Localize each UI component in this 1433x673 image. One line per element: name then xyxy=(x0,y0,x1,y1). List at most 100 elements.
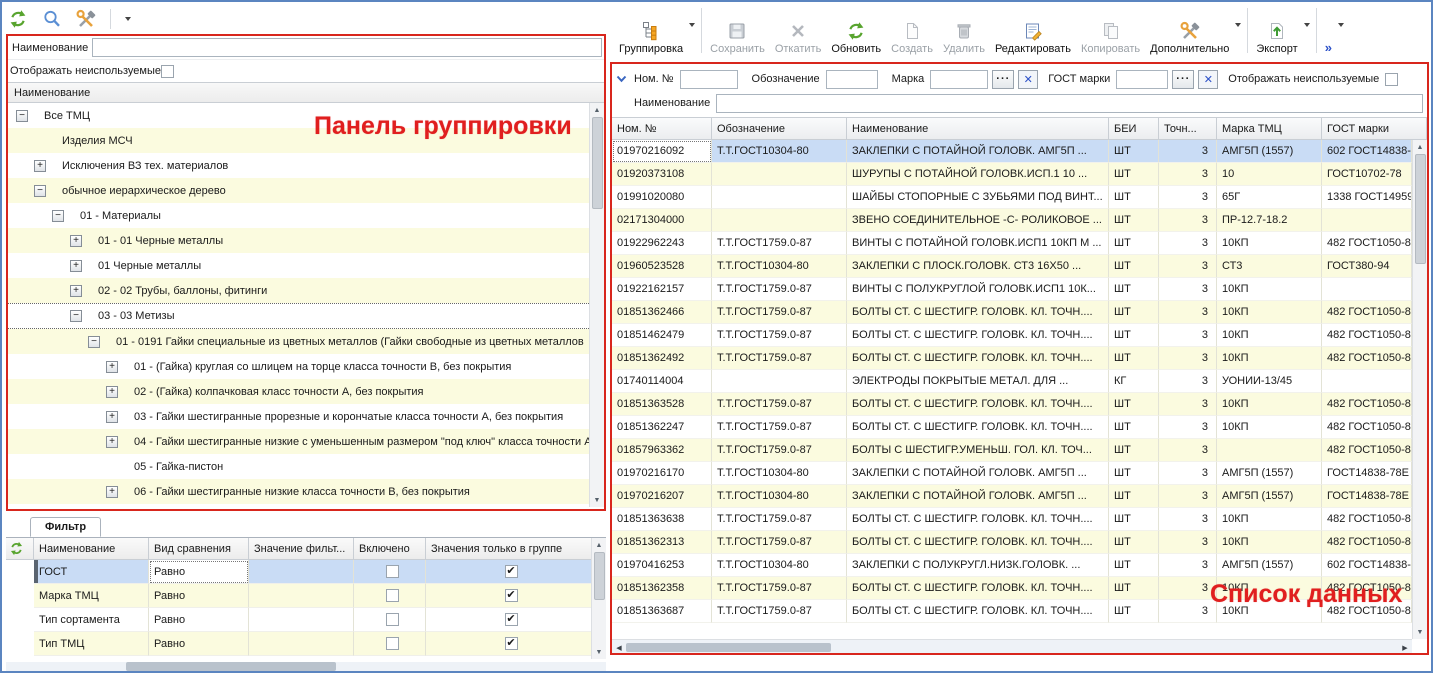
expand-icon[interactable]: + xyxy=(70,285,82,297)
table-cell[interactable]: СТ3 xyxy=(1217,255,1322,278)
filter-column-header[interactable]: Вид сравнения xyxy=(149,538,249,560)
filter-row[interactable]: Тип сортаментаРавно xyxy=(6,608,606,632)
filter-row[interactable]: Марка ТМЦРавно xyxy=(6,584,606,608)
additional-button[interactable]: Дополнительно xyxy=(1145,17,1234,57)
table-cell[interactable]: Т.Т.ГОСТ10304-80 xyxy=(712,140,847,163)
tree-item[interactable]: −01 - Материалы xyxy=(8,203,589,228)
overflow-dropdown-caret[interactable] xyxy=(1337,18,1347,44)
table-row[interactable]: 01960523528Т.Т.ГОСТ10304-80ЗАКЛЕПКИ С ПЛ… xyxy=(612,255,1412,278)
table-cell[interactable]: 482 ГОСТ1050-88 xyxy=(1322,347,1412,370)
table-cell[interactable]: Т.Т.ГОСТ1759.0-87 xyxy=(712,416,847,439)
table-cell[interactable]: БОЛТЫ СТ. С ШЕСТИГР. ГОЛОВК. КЛ. ТОЧН...… xyxy=(847,531,1109,554)
filter-refresh-icon[interactable] xyxy=(6,538,34,560)
table-cell[interactable]: 01922962243 xyxy=(612,232,712,255)
table-cell[interactable]: 3 xyxy=(1159,186,1217,209)
table-cell[interactable]: 01851362247 xyxy=(612,416,712,439)
table-cell[interactable]: ШАЙБЫ СТОПОРНЫЕ С ЗУБЬЯМИ ПОД ВИНТ... xyxy=(847,186,1109,209)
filter-name-cell[interactable]: Тип ТМЦ xyxy=(34,632,149,656)
name-search-input[interactable] xyxy=(716,94,1423,113)
table-cell[interactable]: ШТ xyxy=(1109,416,1159,439)
table-cell[interactable]: 65Г xyxy=(1217,186,1322,209)
table-cell[interactable]: ШТ xyxy=(1109,186,1159,209)
table-cell[interactable]: ЗАКЛЕПКИ С ПЛОСК.ГОЛОВК. СТ3 16X50 ... xyxy=(847,255,1109,278)
left-horizontal-scrollbar[interactable] xyxy=(6,662,606,671)
designation-input[interactable] xyxy=(826,70,878,89)
table-cell[interactable]: БОЛТЫ СТ. С ШЕСТИГР. ГОЛОВК. КЛ. ТОЧН...… xyxy=(847,347,1109,370)
filter-comparison-cell[interactable]: Равно xyxy=(149,560,249,584)
table-row[interactable]: 01991020080 ШАЙБЫ СТОПОРНЫЕ С ЗУБЬЯМИ ПОД… xyxy=(612,186,1412,209)
table-row[interactable]: 01851462479Т.Т.ГОСТ1759.0-87БОЛТЫ СТ. С … xyxy=(612,324,1412,347)
table-cell[interactable]: 3 xyxy=(1159,209,1217,232)
table-cell[interactable]: 01851363638 xyxy=(612,508,712,531)
table-cell[interactable]: Т.Т.ГОСТ10304-80 xyxy=(712,485,847,508)
tree-item[interactable]: +07 - Гайки шестигранные класса точности… xyxy=(8,504,589,507)
table-cell[interactable]: ГОСТ14838-78Е xyxy=(1322,462,1412,485)
table-row[interactable]: 01920373108ШУРУПЫ С ПОТАЙНОЙ ГОЛОВК.ИСП.… xyxy=(612,163,1412,186)
table-cell[interactable]: ШТ xyxy=(1109,324,1159,347)
table-cell[interactable]: Т.Т.ГОСТ1759.0-87 xyxy=(712,301,847,324)
filter-column-header[interactable]: Значения только в группе xyxy=(426,538,592,560)
filter-value-cell[interactable] xyxy=(249,584,354,608)
tree-item[interactable]: −03 - 03 Метизы xyxy=(8,303,589,329)
tree-item[interactable]: +02 - (Гайка) колпачковая класс точности… xyxy=(8,379,589,404)
table-cell[interactable]: ШТ xyxy=(1109,600,1159,623)
export-button[interactable]: Экспорт xyxy=(1251,17,1302,57)
table-cell[interactable]: ШТ xyxy=(1109,485,1159,508)
table-cell[interactable]: ШТ xyxy=(1109,577,1159,600)
copy-button[interactable]: Копировать xyxy=(1076,17,1145,57)
table-cell[interactable]: 10КП xyxy=(1217,324,1322,347)
enabled-checkbox[interactable] xyxy=(386,613,399,626)
table-cell[interactable]: БОЛТЫ СТ. С ШЕСТИГР. ГОЛОВК. КЛ. ТОЧН...… xyxy=(847,600,1109,623)
table-column-header[interactable]: Марка ТМЦ xyxy=(1217,117,1322,140)
table-cell[interactable]: 3 xyxy=(1159,462,1217,485)
table-cell[interactable]: 482 ГОСТ1050-88 xyxy=(1322,393,1412,416)
filter-row[interactable]: Тип ТМЦРавно xyxy=(6,632,606,656)
collapse-icon[interactable]: − xyxy=(52,210,64,222)
table-column-header[interactable]: Наименование xyxy=(847,117,1109,140)
table-cell[interactable]: АМГ5П (1557) xyxy=(1217,462,1322,485)
additional-dropdown-caret[interactable] xyxy=(1234,18,1244,44)
table-cell[interactable]: 3 xyxy=(1159,600,1217,623)
table-cell[interactable]: 01970416253 xyxy=(612,554,712,577)
scroll-left-icon[interactable]: ◀ xyxy=(612,640,626,655)
expand-icon[interactable]: + xyxy=(70,260,82,272)
table-cell[interactable]: Т.Т.ГОСТ1759.0-87 xyxy=(712,393,847,416)
table-cell[interactable]: ЗАКЛЕПКИ С ПОТАЙНОЙ ГОЛОВК. АМГ5П ... xyxy=(847,140,1109,163)
show-unused-checkbox[interactable] xyxy=(1385,73,1398,86)
tree-item[interactable]: +06 - Гайки шестигранные низкие класса т… xyxy=(8,479,589,504)
table-cell[interactable]: ШТ xyxy=(1109,209,1159,232)
table-cell[interactable]: ШТ xyxy=(1109,462,1159,485)
table-cell[interactable]: 3 xyxy=(1159,301,1217,324)
table-row[interactable]: 01851362313Т.Т.ГОСТ1759.0-87БОЛТЫ СТ. С … xyxy=(612,531,1412,554)
scroll-up-icon[interactable]: ▲ xyxy=(1413,140,1427,154)
table-cell[interactable]: 10КП xyxy=(1217,416,1322,439)
table-cell[interactable]: ЗВЕНО СОЕДИНИТЕЛЬНОЕ -С- РОЛИКОВОЕ ... xyxy=(847,209,1109,232)
table-cell[interactable]: Т.Т.ГОСТ1759.0-87 xyxy=(712,324,847,347)
table-cell[interactable] xyxy=(1322,370,1412,393)
filter-column-header[interactable]: Значение фильт... xyxy=(249,538,354,560)
table-cell[interactable] xyxy=(1217,439,1322,462)
table-row[interactable]: 01970216092Т.Т.ГОСТ10304-80ЗАКЛЕПКИ С ПО… xyxy=(612,140,1412,163)
table-cell[interactable]: 3 xyxy=(1159,232,1217,255)
num-input[interactable] xyxy=(680,70,738,89)
table-cell[interactable]: 482 ГОСТ1050-88 xyxy=(1322,439,1412,462)
delete-button[interactable]: Удалить xyxy=(938,17,990,57)
table-cell[interactable]: БОЛТЫ СТ. С ШЕСТИГР. ГОЛОВК. КЛ. ТОЧН...… xyxy=(847,508,1109,531)
table-cell[interactable]: БОЛТЫ СТ. С ШЕСТИГР. ГОЛОВК. КЛ. ТОЧН...… xyxy=(847,324,1109,347)
table-cell[interactable]: 01851462479 xyxy=(612,324,712,347)
scroll-thumb[interactable] xyxy=(1415,154,1426,264)
table-row[interactable]: 01922162157Т.Т.ГОСТ1759.0-87ВИНТЫ С ПОЛУ… xyxy=(612,278,1412,301)
table-cell[interactable]: 01991020080 xyxy=(612,186,712,209)
table-cell[interactable]: ШТ xyxy=(1109,531,1159,554)
enabled-checkbox[interactable] xyxy=(386,637,399,650)
grouping-dropdown-caret[interactable] xyxy=(688,18,698,44)
table-cell[interactable]: 01960523528 xyxy=(612,255,712,278)
table-column-header[interactable]: Точн... xyxy=(1159,117,1217,140)
table-cell[interactable]: Т.Т.ГОСТ10304-80 xyxy=(712,462,847,485)
table-cell[interactable]: 01922162157 xyxy=(612,278,712,301)
table-row[interactable]: 01922962243Т.Т.ГОСТ1759.0-87ВИНТЫ С ПОТА… xyxy=(612,232,1412,255)
scroll-thumb[interactable] xyxy=(592,117,603,209)
save-button[interactable]: Сохранить xyxy=(705,17,770,57)
filter-value-cell[interactable] xyxy=(249,608,354,632)
collapse-icon[interactable]: − xyxy=(70,310,82,322)
